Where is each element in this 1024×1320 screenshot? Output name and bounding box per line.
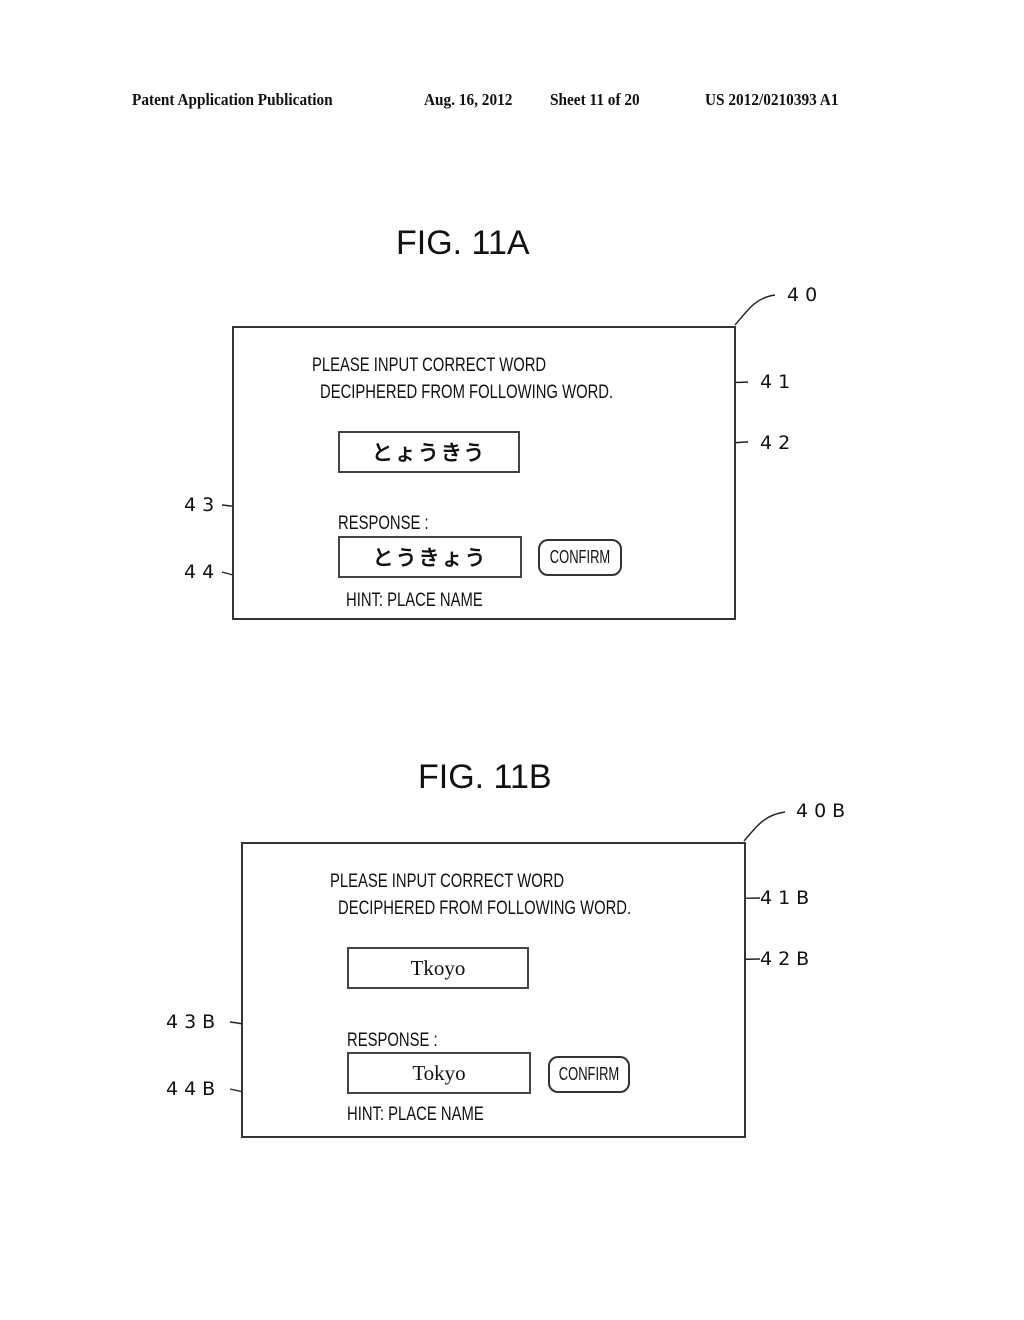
scrambled-word-box-11b: Tkoyo xyxy=(347,947,529,989)
ref-41b: 41B xyxy=(760,887,816,909)
figure-title-11b: FIG. 11B xyxy=(418,758,552,796)
header-date: Aug. 16, 2012 xyxy=(424,90,513,109)
response-input-11b[interactable]: Tokyo xyxy=(347,1052,531,1094)
response-input-11a[interactable]: とうきょう xyxy=(338,536,522,578)
confirm-button-11a[interactable]: CONFIRM xyxy=(538,539,622,576)
ref-42: 42 xyxy=(760,432,797,454)
header-patent-number: US 2012/0210393 A1 xyxy=(705,90,839,109)
ref-40: 40 xyxy=(787,284,824,306)
confirm-label-11b: CONFIRM xyxy=(558,1064,620,1084)
confirm-button-11b[interactable]: CONFIRM xyxy=(548,1056,630,1093)
scrambled-word-11b: Tkoyo xyxy=(410,955,466,980)
ref-40b: 40B xyxy=(796,800,852,822)
ref-44: 44 xyxy=(184,561,221,583)
leader-40 xyxy=(734,294,776,326)
header-publication: Patent Application Publication xyxy=(132,90,333,109)
ref-41: 41 xyxy=(760,371,797,393)
instruction-line2-11a: DECIPHERED FROM FOLLOWING WORD. xyxy=(320,382,614,403)
response-label-11b: RESPONSE : xyxy=(347,1030,438,1051)
response-value-11b: Tokyo xyxy=(412,1060,466,1085)
response-label-11a: RESPONSE : xyxy=(338,513,429,534)
hint-11b: HINT: PLACE NAME xyxy=(347,1104,484,1125)
ref-43b: 43B xyxy=(166,1011,222,1033)
header-sheet: Sheet 11 of 20 xyxy=(550,90,640,109)
instruction-line2-11b: DECIPHERED FROM FOLLOWING WORD. xyxy=(338,898,632,919)
confirm-label-11a: CONFIRM xyxy=(549,547,611,567)
figure-title-11a: FIG. 11A xyxy=(396,224,530,262)
scrambled-word-11a: とょうきう xyxy=(371,441,487,465)
ref-42b: 42B xyxy=(760,948,816,970)
hint-11a: HINT: PLACE NAME xyxy=(346,590,483,611)
response-value-11a: とうきょう xyxy=(372,546,488,570)
leader-40b xyxy=(743,811,786,842)
instruction-line1-11b: PLEASE INPUT CORRECT WORD xyxy=(330,871,565,892)
scrambled-word-box-11a: とょうきう xyxy=(338,431,520,473)
ref-44b: 44B xyxy=(166,1078,222,1100)
instruction-line1-11a: PLEASE INPUT CORRECT WORD xyxy=(312,355,547,376)
ref-43: 43 xyxy=(184,494,221,516)
